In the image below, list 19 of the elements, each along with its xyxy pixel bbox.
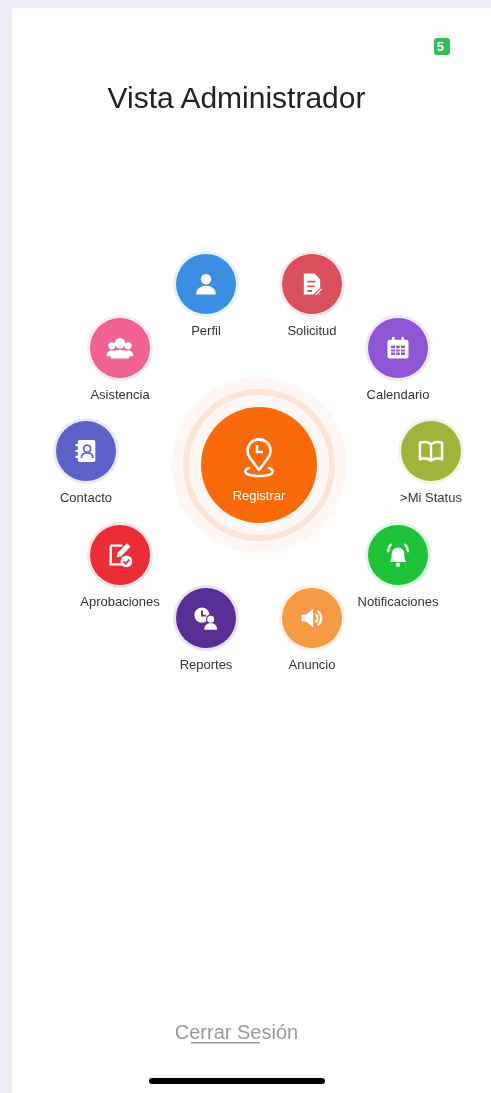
menu-label: Reportes: [179, 657, 233, 672]
menu-label: Anuncio: [288, 657, 336, 672]
menu-label: Calendario: [366, 387, 430, 402]
menu-button[interactable]: [90, 525, 150, 585]
menu-button[interactable]: [56, 421, 116, 481]
menu-button[interactable]: [176, 588, 236, 648]
bell-icon: [384, 541, 412, 569]
menu-button[interactable]: [282, 254, 342, 314]
menu-label: Contacto: [59, 490, 112, 505]
menu-label: Asistencia: [90, 387, 150, 402]
menu-label: >Mi Status: [400, 490, 462, 505]
logout-link[interactable]: Cerrar Sesión: [174, 1021, 299, 1045]
page-title: Vista Administrador: [106, 80, 367, 116]
menu-label: Notificaciones: [357, 594, 439, 609]
menu-button[interactable]: [368, 318, 428, 378]
badge: 5: [433, 38, 450, 55]
menu-label: Aprobaciones: [80, 594, 160, 609]
menu-label: Solicitud: [287, 323, 337, 338]
menu-label: Perfil: [191, 323, 221, 338]
